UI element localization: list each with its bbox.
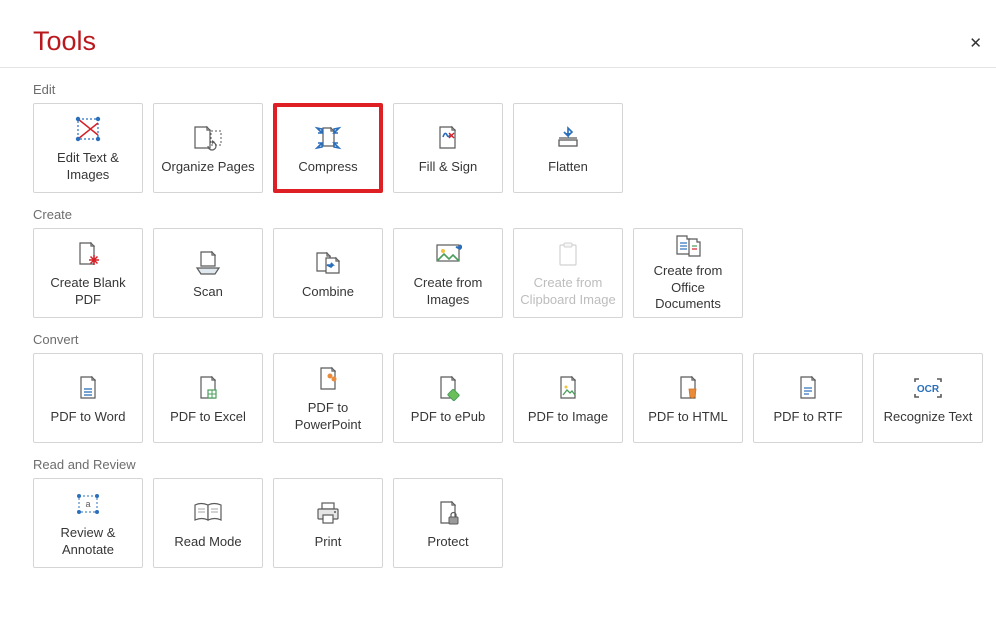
tool-recognize-text[interactable]: OCR Recognize Text <box>873 353 983 443</box>
tool-pdf-to-excel[interactable]: PDF to Excel <box>153 353 263 443</box>
html-icon <box>676 371 700 405</box>
svg-text:OCR: OCR <box>917 384 940 395</box>
tool-label: Edit Text & Images <box>38 150 138 184</box>
tool-label: Create from Images <box>398 275 498 309</box>
word-icon <box>76 371 100 405</box>
tool-pdf-to-image[interactable]: PDF to Image <box>513 353 623 443</box>
tool-flatten[interactable]: Flatten <box>513 103 623 193</box>
tool-pdf-to-word[interactable]: PDF to Word <box>33 353 143 443</box>
tool-label: Read Mode <box>174 534 241 551</box>
tool-protect[interactable]: Protect <box>393 478 503 568</box>
tool-review-annotate[interactable]: a Review & Annotate <box>33 478 143 568</box>
section-label-review: Read and Review <box>33 457 996 472</box>
section-edit: Edit Edit Text & Images <box>33 82 996 193</box>
section-label-edit: Edit <box>33 82 996 97</box>
tool-edit-text-images[interactable]: Edit Text & Images <box>33 103 143 193</box>
tool-create-blank-pdf[interactable]: Create Blank PDF <box>33 228 143 318</box>
page-title: Tools <box>33 26 996 57</box>
organize-pages-icon <box>192 121 224 155</box>
tool-label: Create Blank PDF <box>38 275 138 309</box>
office-doc-icon <box>673 233 703 259</box>
svg-text:a: a <box>85 499 90 509</box>
tool-pdf-to-rtf[interactable]: PDF to RTF <box>753 353 863 443</box>
tool-label: PDF to Excel <box>170 409 246 426</box>
tool-scan[interactable]: Scan <box>153 228 263 318</box>
tool-organize-pages[interactable]: Organize Pages <box>153 103 263 193</box>
tool-label: Fill & Sign <box>419 159 478 176</box>
fill-sign-icon <box>434 121 462 155</box>
tool-label: Protect <box>427 534 468 551</box>
tool-label: PDF to Image <box>528 409 608 426</box>
section-convert: Convert PDF to Word <box>33 332 996 443</box>
tool-label: Flatten <box>548 159 588 176</box>
tool-label: PDF to ePub <box>411 409 485 426</box>
tool-label: Create from Clipboard Image <box>518 275 618 309</box>
tool-label: Organize Pages <box>161 159 254 176</box>
annotate-icon: a <box>74 487 102 521</box>
tool-combine[interactable]: Combine <box>273 228 383 318</box>
tool-label: PDF to Word <box>51 409 126 426</box>
read-mode-icon <box>193 496 223 530</box>
tool-create-from-clipboard: Create from Clipboard Image <box>513 228 623 318</box>
protect-icon <box>436 496 460 530</box>
tool-read-mode[interactable]: Read Mode <box>153 478 263 568</box>
tool-label: Compress <box>298 159 357 176</box>
tool-label: Print <box>315 534 342 551</box>
tool-pdf-to-powerpoint[interactable]: PDF to PowerPoint <box>273 353 383 443</box>
section-label-create: Create <box>33 207 996 222</box>
blank-pdf-icon <box>75 237 101 271</box>
tool-fill-sign[interactable]: Fill & Sign <box>393 103 503 193</box>
tool-pdf-to-html[interactable]: PDF to HTML <box>633 353 743 443</box>
rtf-icon <box>796 371 820 405</box>
tool-label: Create from Office Documents <box>638 263 738 314</box>
powerpoint-icon <box>316 362 340 396</box>
tool-label: Review & Annotate <box>38 525 138 559</box>
excel-icon <box>196 371 220 405</box>
scan-icon <box>194 246 222 280</box>
tool-label: PDF to RTF <box>773 409 842 426</box>
combine-icon <box>313 246 343 280</box>
tool-label: Combine <box>302 284 354 301</box>
image-icon <box>434 237 462 271</box>
close-button[interactable]: ✕ <box>969 36 982 51</box>
section-review: Read and Review a Review & Annotate <box>33 457 996 568</box>
tool-create-from-office[interactable]: Create from Office Documents <box>633 228 743 318</box>
epub-icon <box>436 371 460 405</box>
tool-label: Recognize Text <box>884 409 973 426</box>
tool-label: PDF to HTML <box>648 409 727 426</box>
print-icon <box>315 496 341 530</box>
tool-label: PDF to PowerPoint <box>278 400 378 434</box>
tool-create-from-images[interactable]: Create from Images <box>393 228 503 318</box>
flatten-icon <box>554 121 582 155</box>
image-file-icon <box>556 371 580 405</box>
title-divider <box>0 67 996 68</box>
tool-print[interactable]: Print <box>273 478 383 568</box>
ocr-icon: OCR <box>911 371 945 405</box>
tool-pdf-to-epub[interactable]: PDF to ePub <box>393 353 503 443</box>
section-label-convert: Convert <box>33 332 996 347</box>
compress-icon <box>313 121 343 155</box>
edit-text-images-icon <box>74 112 102 146</box>
tool-label: Scan <box>193 284 223 301</box>
clipboard-icon <box>556 237 580 271</box>
tool-compress[interactable]: Compress <box>273 103 383 193</box>
section-create: Create Create Blank PDF <box>33 207 996 318</box>
